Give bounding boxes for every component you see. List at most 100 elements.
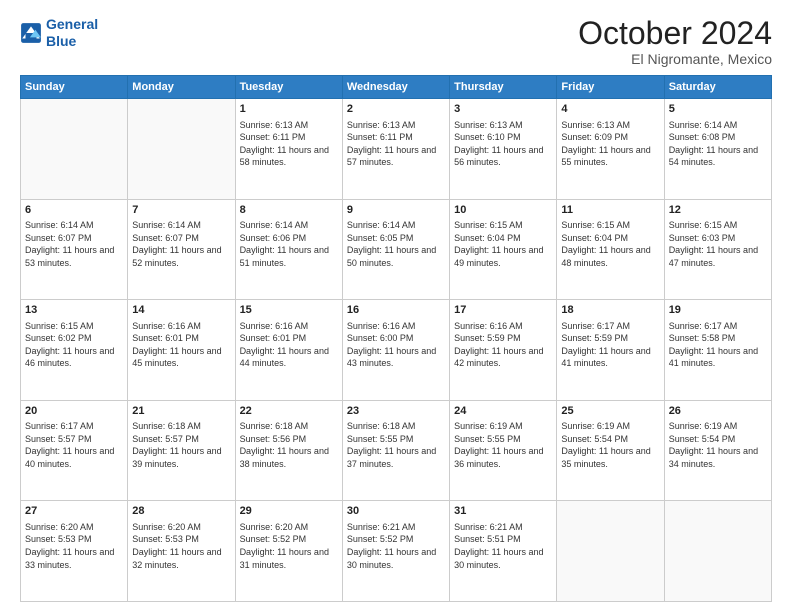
day-info: Sunrise: 6:21 AM Sunset: 5:51 PM Dayligh… bbox=[454, 521, 552, 571]
weekday-header: Friday bbox=[557, 76, 664, 99]
day-info: Sunrise: 6:13 AM Sunset: 6:09 PM Dayligh… bbox=[561, 119, 659, 169]
day-number: 25 bbox=[561, 404, 659, 419]
calendar-day-cell bbox=[664, 501, 771, 602]
calendar-day-cell: 4Sunrise: 6:13 AM Sunset: 6:09 PM Daylig… bbox=[557, 99, 664, 200]
calendar-day-cell: 18Sunrise: 6:17 AM Sunset: 5:59 PM Dayli… bbox=[557, 300, 664, 401]
weekday-header: Tuesday bbox=[235, 76, 342, 99]
logo: General Blue bbox=[20, 16, 98, 50]
calendar-day-cell: 8Sunrise: 6:14 AM Sunset: 6:06 PM Daylig… bbox=[235, 199, 342, 300]
calendar-day-cell: 28 Sunrise: 6:20 AM Sunset: 5:53 PM Dayli… bbox=[128, 501, 235, 602]
day-number: 22 bbox=[240, 404, 338, 419]
page: General Blue October 2024 El Nigromante,… bbox=[0, 0, 792, 612]
day-info: Sunrise: 6:14 AM Sunset: 6:07 PM Dayligh… bbox=[25, 219, 123, 269]
day-number: 28 bbox=[132, 504, 230, 519]
day-info: Sunrise: 6:16 AM Sunset: 6:01 PM Dayligh… bbox=[132, 320, 230, 370]
calendar-day-cell: 27 Sunrise: 6:20 AM Sunset: 5:53 PM Dayli… bbox=[21, 501, 128, 602]
calendar-week-row: 27 Sunrise: 6:20 AM Sunset: 5:53 PM Dayli… bbox=[21, 501, 772, 602]
calendar-day-cell: 21Sunrise: 6:18 AM Sunset: 5:57 PM Dayli… bbox=[128, 400, 235, 501]
calendar-day-cell: 15 Sunrise: 6:16 AM Sunset: 6:01 PM Dayli… bbox=[235, 300, 342, 401]
day-info: Sunrise: 6:17 AM Sunset: 5:58 PM Dayligh… bbox=[669, 320, 767, 370]
subtitle: El Nigromante, Mexico bbox=[578, 51, 772, 67]
main-title: October 2024 bbox=[578, 16, 772, 51]
weekday-header: Monday bbox=[128, 76, 235, 99]
day-info: Sunrise: 6:16 AM Sunset: 6:00 PM Dayligh… bbox=[347, 320, 445, 370]
day-number: 30 bbox=[347, 504, 445, 519]
day-info: Sunrise: 6:15 AM Sunset: 6:03 PM Dayligh… bbox=[669, 219, 767, 269]
header: General Blue October 2024 El Nigromante,… bbox=[20, 16, 772, 67]
day-info: Sunrise: 6:13 AM Sunset: 6:11 PM Dayligh… bbox=[240, 119, 338, 169]
calendar-day-cell: 13 Sunrise: 6:15 AM Sunset: 6:02 PM Dayli… bbox=[21, 300, 128, 401]
day-info: Sunrise: 6:14 AM Sunset: 6:06 PM Dayligh… bbox=[240, 219, 338, 269]
day-number: 19 bbox=[669, 303, 767, 318]
day-number: 23 bbox=[347, 404, 445, 419]
weekday-header: Saturday bbox=[664, 76, 771, 99]
logo-text: General Blue bbox=[46, 16, 98, 50]
day-info: Sunrise: 6:19 AM Sunset: 5:54 PM Dayligh… bbox=[561, 420, 659, 470]
calendar-day-cell: 16 Sunrise: 6:16 AM Sunset: 6:00 PM Dayli… bbox=[342, 300, 449, 401]
calendar-day-cell: 29Sunrise: 6:20 AM Sunset: 5:52 PM Dayli… bbox=[235, 501, 342, 602]
day-number: 11 bbox=[561, 203, 659, 218]
day-number: 31 bbox=[454, 504, 552, 519]
day-info: Sunrise: 6:16 AM Sunset: 6:01 PM Dayligh… bbox=[240, 320, 338, 370]
logo-general: General bbox=[46, 16, 98, 32]
day-info: Sunrise: 6:20 AM Sunset: 5:53 PM Dayligh… bbox=[132, 521, 230, 571]
calendar-day-cell: 22Sunrise: 6:18 AM Sunset: 5:56 PM Dayli… bbox=[235, 400, 342, 501]
calendar-day-cell: 2Sunrise: 6:13 AM Sunset: 6:11 PM Daylig… bbox=[342, 99, 449, 200]
day-number: 27 bbox=[25, 504, 123, 519]
logo-icon bbox=[20, 22, 42, 44]
day-info: Sunrise: 6:14 AM Sunset: 6:05 PM Dayligh… bbox=[347, 219, 445, 269]
day-number: 16 bbox=[347, 303, 445, 318]
day-number: 5 bbox=[669, 102, 767, 117]
calendar-day-cell: 26Sunrise: 6:19 AM Sunset: 5:54 PM Dayli… bbox=[664, 400, 771, 501]
day-info: Sunrise: 6:14 AM Sunset: 6:07 PM Dayligh… bbox=[132, 219, 230, 269]
day-info: Sunrise: 6:18 AM Sunset: 5:55 PM Dayligh… bbox=[347, 420, 445, 470]
calendar-week-row: 20Sunrise: 6:17 AM Sunset: 5:57 PM Dayli… bbox=[21, 400, 772, 501]
calendar-day-cell: 14Sunrise: 6:16 AM Sunset: 6:01 PM Dayli… bbox=[128, 300, 235, 401]
calendar-day-cell: 9Sunrise: 6:14 AM Sunset: 6:05 PM Daylig… bbox=[342, 199, 449, 300]
day-number: 21 bbox=[132, 404, 230, 419]
day-number: 20 bbox=[25, 404, 123, 419]
calendar-week-row: 6Sunrise: 6:14 AM Sunset: 6:07 PM Daylig… bbox=[21, 199, 772, 300]
day-info: Sunrise: 6:20 AM Sunset: 5:53 PM Dayligh… bbox=[25, 521, 123, 571]
day-number: 18 bbox=[561, 303, 659, 318]
logo-blue: Blue bbox=[46, 33, 98, 50]
day-number: 2 bbox=[347, 102, 445, 117]
day-number: 10 bbox=[454, 203, 552, 218]
weekday-header: Sunday bbox=[21, 76, 128, 99]
weekday-row: SundayMondayTuesdayWednesdayThursdayFrid… bbox=[21, 76, 772, 99]
calendar-day-cell bbox=[21, 99, 128, 200]
day-info: Sunrise: 6:13 AM Sunset: 6:10 PM Dayligh… bbox=[454, 119, 552, 169]
calendar-header: SundayMondayTuesdayWednesdayThursdayFrid… bbox=[21, 76, 772, 99]
day-info: Sunrise: 6:15 AM Sunset: 6:04 PM Dayligh… bbox=[454, 219, 552, 269]
calendar-day-cell: 17 Sunrise: 6:16 AM Sunset: 5:59 PM Dayli… bbox=[450, 300, 557, 401]
day-number: 15 bbox=[240, 303, 338, 318]
calendar-day-cell: 11Sunrise: 6:15 AM Sunset: 6:04 PM Dayli… bbox=[557, 199, 664, 300]
day-info: Sunrise: 6:17 AM Sunset: 5:57 PM Dayligh… bbox=[25, 420, 123, 470]
day-number: 17 bbox=[454, 303, 552, 318]
day-number: 13 bbox=[25, 303, 123, 318]
day-number: 12 bbox=[669, 203, 767, 218]
calendar-day-cell: 25Sunrise: 6:19 AM Sunset: 5:54 PM Dayli… bbox=[557, 400, 664, 501]
calendar-day-cell bbox=[128, 99, 235, 200]
weekday-header: Thursday bbox=[450, 76, 557, 99]
day-info: Sunrise: 6:16 AM Sunset: 5:59 PM Dayligh… bbox=[454, 320, 552, 370]
day-number: 1 bbox=[240, 102, 338, 117]
day-number: 24 bbox=[454, 404, 552, 419]
calendar-day-cell: 1 Sunrise: 6:13 AM Sunset: 6:11 PM Daylig… bbox=[235, 99, 342, 200]
day-number: 7 bbox=[132, 203, 230, 218]
day-info: Sunrise: 6:20 AM Sunset: 5:52 PM Dayligh… bbox=[240, 521, 338, 571]
day-number: 8 bbox=[240, 203, 338, 218]
day-info: Sunrise: 6:15 AM Sunset: 6:02 PM Dayligh… bbox=[25, 320, 123, 370]
title-block: October 2024 El Nigromante, Mexico bbox=[578, 16, 772, 67]
day-number: 6 bbox=[25, 203, 123, 218]
calendar-day-cell bbox=[557, 501, 664, 602]
day-info: Sunrise: 6:15 AM Sunset: 6:04 PM Dayligh… bbox=[561, 219, 659, 269]
calendar-day-cell: 19 Sunrise: 6:17 AM Sunset: 5:58 PM Dayli… bbox=[664, 300, 771, 401]
calendar-day-cell: 7Sunrise: 6:14 AM Sunset: 6:07 PM Daylig… bbox=[128, 199, 235, 300]
day-info: Sunrise: 6:19 AM Sunset: 5:55 PM Dayligh… bbox=[454, 420, 552, 470]
calendar-day-cell: 5Sunrise: 6:14 AM Sunset: 6:08 PM Daylig… bbox=[664, 99, 771, 200]
day-info: Sunrise: 6:19 AM Sunset: 5:54 PM Dayligh… bbox=[669, 420, 767, 470]
weekday-header: Wednesday bbox=[342, 76, 449, 99]
calendar-day-cell: 24Sunrise: 6:19 AM Sunset: 5:55 PM Dayli… bbox=[450, 400, 557, 501]
day-number: 9 bbox=[347, 203, 445, 218]
